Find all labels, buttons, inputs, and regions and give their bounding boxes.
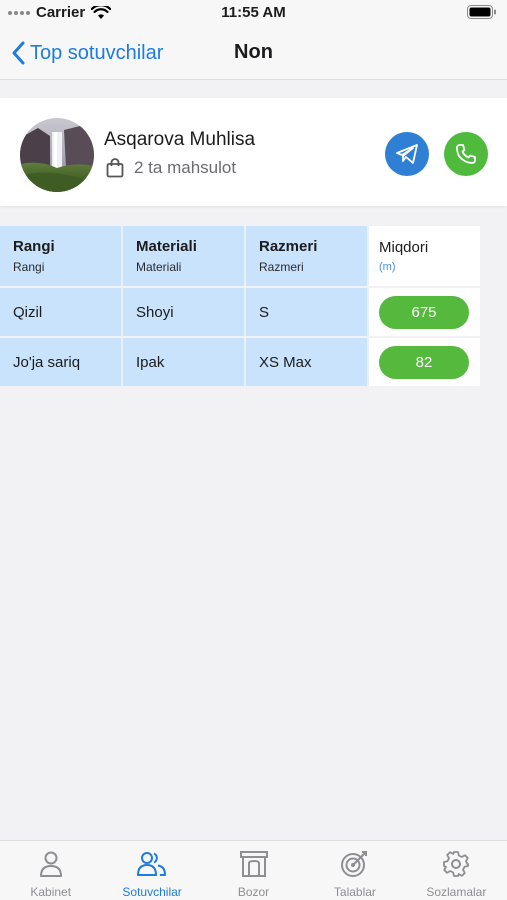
phone-icon — [456, 144, 476, 164]
cell-material: Ipak — [123, 338, 246, 386]
back-button[interactable]: Top sotuvchilar — [12, 38, 163, 68]
header-title: Razmeri — [259, 238, 318, 255]
gear-icon — [442, 849, 470, 879]
cell-color: Jo'ja sariq — [0, 338, 123, 386]
table-header-row: Rangi Rangi Materiali Materiali Razmeri … — [0, 226, 481, 288]
chevron-left-icon — [12, 41, 25, 65]
users-icon — [136, 849, 168, 879]
shopping-bag-icon — [106, 158, 124, 178]
cell-material: Shoyi — [123, 288, 246, 336]
tab-talablar[interactable]: Talablar — [304, 841, 405, 900]
avatar[interactable] — [20, 118, 94, 192]
call-button[interactable] — [444, 132, 488, 176]
cell-quantity: 675 — [369, 288, 480, 336]
cell-color: Qizil — [0, 288, 123, 336]
status-time: 11:55 AM — [221, 4, 286, 21]
header-cell-material: Materiali Materiali — [123, 226, 246, 286]
seller-name: Asqarova Muhlisa — [104, 129, 256, 150]
store-icon — [239, 849, 269, 879]
telegram-icon — [396, 144, 418, 164]
quantity-badge[interactable]: 675 — [379, 295, 469, 329]
tab-label: Bozor — [237, 885, 270, 899]
target-icon — [340, 849, 370, 879]
telegram-button[interactable] — [385, 132, 429, 176]
navigation-bar: Top sotuvchilar Non — [0, 28, 507, 80]
product-count: 2 ta mahsulot — [106, 158, 236, 178]
tab-bar: Kabinet Sotuvchilar Bozor Talablar Sozla… — [0, 840, 507, 900]
tab-sozlamalar[interactable]: Sozlamalar — [406, 841, 507, 900]
tab-bozor[interactable]: Bozor — [203, 841, 304, 900]
status-bar: Carrier 11:55 AM — [0, 0, 507, 28]
header-subtitle: Rangi — [13, 260, 45, 274]
back-button-label: Top sotuvchilar — [30, 41, 164, 64]
header-cell-quantity: Miqdori (m) — [369, 226, 480, 286]
tab-label: Sotuvchilar — [122, 885, 182, 899]
header-title: Miqdori — [379, 239, 429, 256]
person-icon — [38, 849, 64, 879]
tab-sotuvchilar[interactable]: Sotuvchilar — [101, 841, 202, 900]
cell-size: S — [246, 288, 369, 336]
header-cell-color: Rangi Rangi — [0, 226, 123, 286]
cell-size: XS Max — [246, 338, 369, 386]
quantity-badge[interactable]: 82 — [379, 345, 469, 379]
header-title: Materiali — [136, 238, 197, 255]
header-subtitle: Razmeri — [259, 260, 304, 274]
table-row[interactable]: Jo'ja sariq Ipak XS Max 82 — [0, 338, 481, 388]
header-title: Rangi — [13, 238, 55, 255]
product-count-label: 2 ta mahsulot — [134, 158, 237, 177]
header-cell-size: Razmeri Razmeri — [246, 226, 369, 286]
battery-icon — [467, 5, 497, 23]
header-unit: (m) — [379, 261, 396, 273]
tab-label: Talablar — [333, 885, 376, 899]
table-row[interactable]: Qizil Shoyi S 675 — [0, 288, 481, 338]
tab-label: Kabinet — [30, 885, 72, 899]
header-subtitle: Materiali — [136, 260, 182, 274]
tab-label: Sozlamalar — [426, 885, 487, 899]
tab-kabinet[interactable]: Kabinet — [0, 841, 101, 900]
product-variants-table: Rangi Rangi Materiali Materiali Razmeri … — [0, 226, 481, 388]
cell-quantity: 82 — [369, 338, 480, 386]
seller-profile-card: Asqarova Muhlisa 2 ta mahsulot — [0, 98, 507, 206]
